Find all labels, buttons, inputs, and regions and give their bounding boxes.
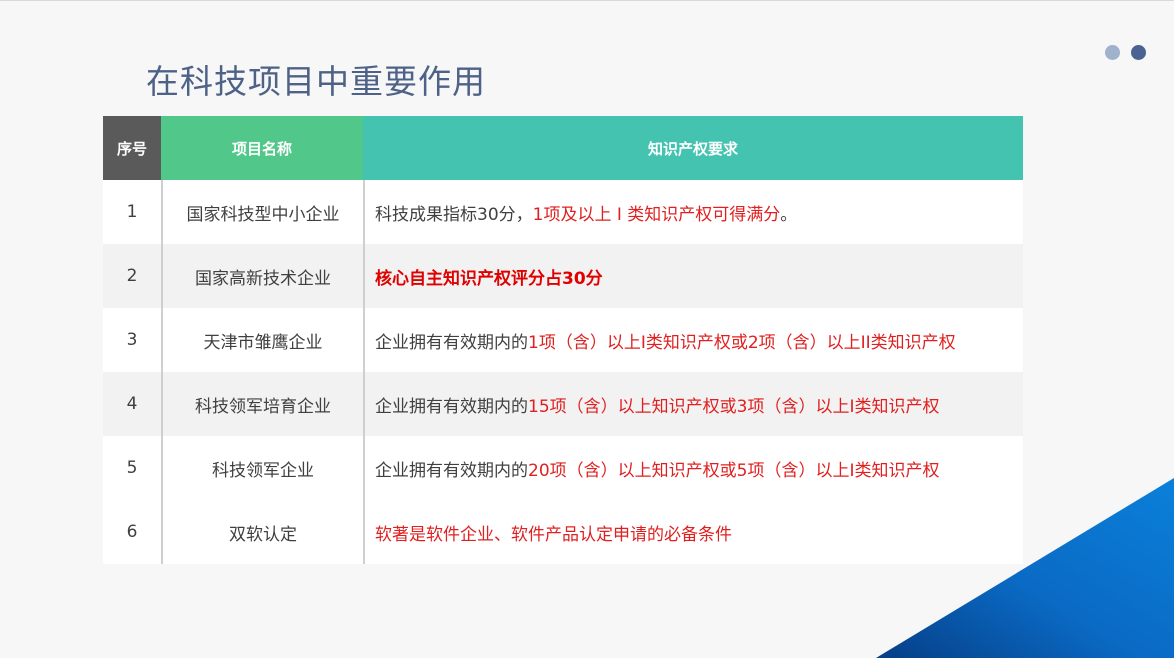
row-requirement: 科技成果指标30分， 1项及以上 Ⅰ 类知识产权可得满分 。 — [363, 180, 1023, 244]
requirement-plain: 企业拥有有效期内的 — [375, 396, 528, 417]
row-project-name: 国家科技型中小企业 — [161, 180, 363, 244]
requirement-highlight: 1项及以上 Ⅰ 类知识产权可得满分 — [532, 204, 781, 225]
requirement-plain: 企业拥有有效期内的 — [375, 460, 528, 481]
row-no: 5 — [126, 458, 138, 478]
row-no: 6 — [126, 522, 138, 542]
header-no: 序号 — [103, 116, 161, 180]
row-project-name: 科技领军培育企业 — [161, 372, 363, 436]
requirement-highlight: 软著是软件企业、软件产品认定申请的必备条件 — [375, 524, 732, 545]
row-requirement: 企业拥有有效期内的 15项（含）以上知识产权或3项（含）以上I类知识产权 — [363, 372, 1023, 436]
header-project-name: 项目名称 — [161, 116, 363, 180]
row-project-name: 科技领军企业 — [161, 436, 363, 500]
row-no: 1 — [126, 202, 138, 222]
row-requirement: 核心自主知识产权评分占30分 — [363, 244, 1023, 308]
row-requirement: 企业拥有有效期内的 1项（含）以上I类知识产权或2项（含）以上II类知识产权 — [363, 308, 1023, 372]
row-project-name: 双软认定 — [161, 500, 363, 564]
table-row: 4 科技领军培育企业 企业拥有有效期内的 15项（含）以上知识产权或3项（含）以… — [103, 372, 1023, 436]
row-project-name: 国家高新技术企业 — [161, 244, 363, 308]
requirement-plain: 企业拥有有效期内的 — [375, 332, 528, 353]
row-no: 3 — [126, 330, 138, 350]
table-row: 5 科技领军企业 企业拥有有效期内的 20项（含）以上知识产权或5项（含）以上I… — [103, 436, 1023, 500]
table-row: 2 国家高新技术企业 核心自主知识产权评分占30分 — [103, 244, 1023, 308]
row-no: 4 — [126, 394, 138, 414]
table-row: 1 国家科技型中小企业 科技成果指标30分， 1项及以上 Ⅰ 类知识产权可得满分… — [103, 180, 1023, 244]
ip-requirements-table: 序号 项目名称 知识产权要求 1 国家科技型中小企业 科技成果指标30分， 1项… — [103, 116, 1023, 564]
requirement-highlight: 20项（含）以上知识产权或5项（含）以上I类知识产权 — [528, 460, 940, 481]
requirement-highlight: 1项（含）以上I类知识产权或2项（含）以上II类知识产权 — [528, 332, 956, 353]
requirement-highlight: 15项（含）以上知识产权或3项（含）以上I类知识产权 — [528, 396, 940, 417]
requirement-highlight: 核心自主知识产权评分占30分 — [375, 268, 603, 289]
requirement-plain: 科技成果指标30分， — [375, 204, 533, 225]
row-requirement: 软著是软件企业、软件产品认定申请的必备条件 — [363, 500, 1023, 564]
table-row: 3 天津市雏鹰企业 企业拥有有效期内的 1项（含）以上I类知识产权或2项（含）以… — [103, 308, 1023, 372]
table-header-row: 序号 项目名称 知识产权要求 — [103, 116, 1023, 180]
table-row: 6 双软认定 软著是软件企业、软件产品认定申请的必备条件 — [103, 500, 1023, 564]
row-requirement: 企业拥有有效期内的 20项（含）以上知识产权或5项（含）以上I类知识产权 — [363, 436, 1023, 500]
header-ip-requirement: 知识产权要求 — [363, 116, 1023, 180]
row-project-name: 天津市雏鹰企业 — [161, 308, 363, 372]
requirement-tail: 。 — [780, 204, 798, 225]
row-no: 2 — [126, 266, 138, 286]
